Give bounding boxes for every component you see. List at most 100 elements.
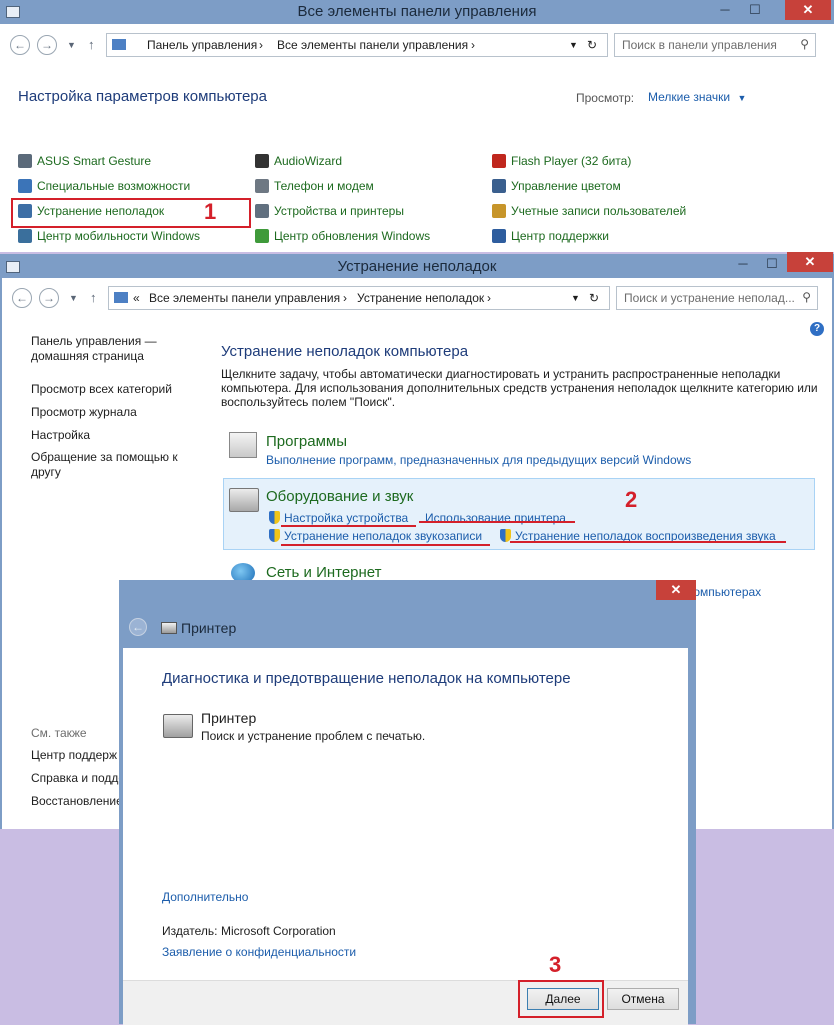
- publisher-label: Издатель:: [162, 924, 218, 938]
- cp-item-label: Центр обновления Windows: [274, 229, 431, 243]
- printer-icon: [229, 488, 259, 512]
- search-placeholder: Поиск и устранение неполад...: [624, 291, 795, 305]
- sidebar-link-remote-help[interactable]: Обращение за помощью к: [31, 450, 178, 464]
- category-network-link-partial[interactable]: компьютерах: [688, 585, 761, 599]
- cp-item-label: Flash Player (32 бита): [511, 154, 632, 168]
- cp-item[interactable]: AudioWizard: [255, 154, 342, 174]
- cp-item[interactable]: Центр поддержки: [492, 229, 609, 249]
- address-segment-1[interactable]: Все элементы панели управления: [277, 38, 468, 52]
- address-segment-0[interactable]: Все элементы панели управления: [149, 291, 340, 305]
- back-icon[interactable]: ←: [12, 288, 32, 308]
- address-overflow[interactable]: «: [133, 291, 140, 305]
- cp-item[interactable]: Центр мобильности Windows: [18, 229, 200, 249]
- minimize-button[interactable]: ─: [710, 0, 740, 20]
- cp-item[interactable]: ASUS Smart Gesture: [18, 154, 151, 174]
- cp-item-label: Специальные возможности: [37, 179, 191, 193]
- sidebar-link-settings[interactable]: Настройка: [31, 428, 90, 442]
- close-button[interactable]: ✕: [785, 0, 831, 20]
- back-icon[interactable]: ←: [129, 618, 147, 636]
- annotation-box-next: [518, 980, 604, 1018]
- search-input[interactable]: Поиск и устранение неполад... ⚲: [616, 286, 818, 310]
- address-dropdown-icon[interactable]: ▼: [571, 293, 580, 303]
- touchpad-icon: [18, 154, 32, 168]
- search-icon[interactable]: ⚲: [800, 37, 809, 51]
- cp-item[interactable]: Учетные записи пользователей: [492, 204, 686, 224]
- printer-icon: [255, 204, 269, 218]
- dialog-content: Диагностика и предотвращение неполадок н…: [123, 648, 688, 980]
- accessibility-icon: [18, 179, 32, 193]
- refresh-icon[interactable]: ↻: [587, 38, 597, 52]
- cp-item[interactable]: Управление цветом: [492, 179, 621, 199]
- help-icon[interactable]: ?: [810, 322, 824, 336]
- address-dropdown-icon[interactable]: ▼: [569, 40, 578, 50]
- annotation-number-3: 3: [549, 952, 562, 977]
- annotation-number-2: 2: [625, 487, 638, 512]
- address-segment-0[interactable]: Панель управления: [147, 38, 257, 52]
- category-hardware-title[interactable]: Оборудование и звук: [266, 488, 413, 505]
- category-programs-title[interactable]: Программы: [266, 433, 347, 450]
- sidebar-link-home[interactable]: Панель управления —: [31, 334, 157, 348]
- hardware-link-recording[interactable]: Устранение неполадок звукозаписи: [269, 529, 482, 543]
- mobility-icon: [18, 229, 32, 243]
- advanced-link[interactable]: Дополнительно: [162, 890, 248, 904]
- search-input[interactable]: Поиск в панели управления ⚲: [614, 33, 816, 57]
- flash-icon: [492, 154, 506, 168]
- annotation-underline: [281, 544, 490, 546]
- cp-item-label: Устройства и принтеры: [274, 204, 404, 218]
- title-bar[interactable]: Все элементы панели управления ─ ☐ ✕: [0, 0, 834, 24]
- sidebar-link-remote-help-cont[interactable]: другу: [31, 465, 61, 479]
- flag-icon: [492, 229, 506, 243]
- view-value: Мелкие значки: [648, 90, 731, 104]
- close-button[interactable]: ✕: [787, 252, 833, 272]
- cancel-button[interactable]: Отмена: [607, 988, 679, 1010]
- view-selector[interactable]: Мелкие значки ▼: [648, 90, 746, 104]
- cp-item[interactable]: Flash Player (32 бита): [492, 154, 631, 174]
- sidebar-link-all-categories[interactable]: Просмотр всех категорий: [31, 382, 172, 396]
- back-icon[interactable]: ←: [10, 35, 30, 55]
- search-icon[interactable]: ⚲: [802, 290, 811, 304]
- up-icon[interactable]: ↑: [88, 37, 95, 52]
- hardware-link-device-setup[interactable]: Настройка устройства: [269, 511, 408, 525]
- description-line-3: воспользуйтесь полем "Поиск".: [221, 395, 396, 409]
- cp-item[interactable]: Устройства и принтеры: [255, 204, 404, 224]
- see-also-recovery[interactable]: Восстановление: [31, 794, 123, 808]
- annotation-number-1: 1: [204, 199, 217, 224]
- forward-icon[interactable]: →: [39, 288, 59, 308]
- see-also-heading: См. также: [31, 726, 87, 740]
- publisher-value: Microsoft Corporation: [221, 924, 336, 938]
- address-icon: [114, 292, 128, 303]
- dialog-close-button[interactable]: ✕: [656, 580, 696, 600]
- main-heading: Устранение неполадок компьютера: [221, 343, 469, 360]
- privacy-link[interactable]: Заявление о конфиденциальности: [162, 945, 356, 959]
- sidebar-link-home-cont[interactable]: домашняя страница: [31, 349, 144, 363]
- forward-icon[interactable]: →: [37, 35, 57, 55]
- category-network-title[interactable]: Сеть и Интернет: [266, 564, 382, 581]
- cp-item[interactable]: Телефон и модем: [255, 179, 374, 199]
- minimize-button[interactable]: ─: [728, 254, 758, 274]
- see-also-help[interactable]: Справка и подде: [31, 771, 125, 785]
- cp-item[interactable]: Специальные возможности: [18, 179, 190, 199]
- category-programs-link[interactable]: Выполнение программ, предназначенных для…: [266, 453, 691, 467]
- sidebar-link-history[interactable]: Просмотр журнала: [31, 405, 137, 419]
- refresh-icon[interactable]: ↻: [589, 291, 599, 305]
- recent-chevron-icon[interactable]: ▼: [69, 293, 78, 303]
- shield-icon: [269, 529, 280, 542]
- window-title: Устранение неполадок: [337, 258, 497, 275]
- address-bar[interactable]: Панель управления › Все элементы панели …: [106, 33, 608, 57]
- address-bar[interactable]: « Все элементы панели управления › Устра…: [108, 286, 610, 310]
- maximize-button[interactable]: ☐: [757, 254, 787, 274]
- hardware-link-device-setup-label: Настройка устройства: [284, 511, 409, 525]
- recent-chevron-icon[interactable]: ▼: [67, 40, 76, 50]
- troubleshooter-dialog: ✕ ← Принтер Диагностика и предотвращение…: [119, 580, 696, 1025]
- address-segment-1[interactable]: Устранение неполадок: [357, 291, 484, 305]
- title-bar[interactable]: Устранение неполадок ─ ☐ ✕: [0, 252, 834, 278]
- cp-item[interactable]: Центр обновления Windows: [255, 229, 430, 249]
- printer-icon: [163, 714, 193, 738]
- window-title: Все элементы панели управления: [297, 3, 537, 20]
- address-separator: ›: [487, 291, 491, 305]
- see-also-action-center[interactable]: Центр поддерж: [31, 748, 117, 762]
- up-icon[interactable]: ↑: [90, 290, 97, 305]
- maximize-button[interactable]: ☐: [740, 0, 770, 20]
- update-icon: [255, 229, 269, 243]
- description-line-2: компьютера. Для использования дополнител…: [221, 381, 818, 395]
